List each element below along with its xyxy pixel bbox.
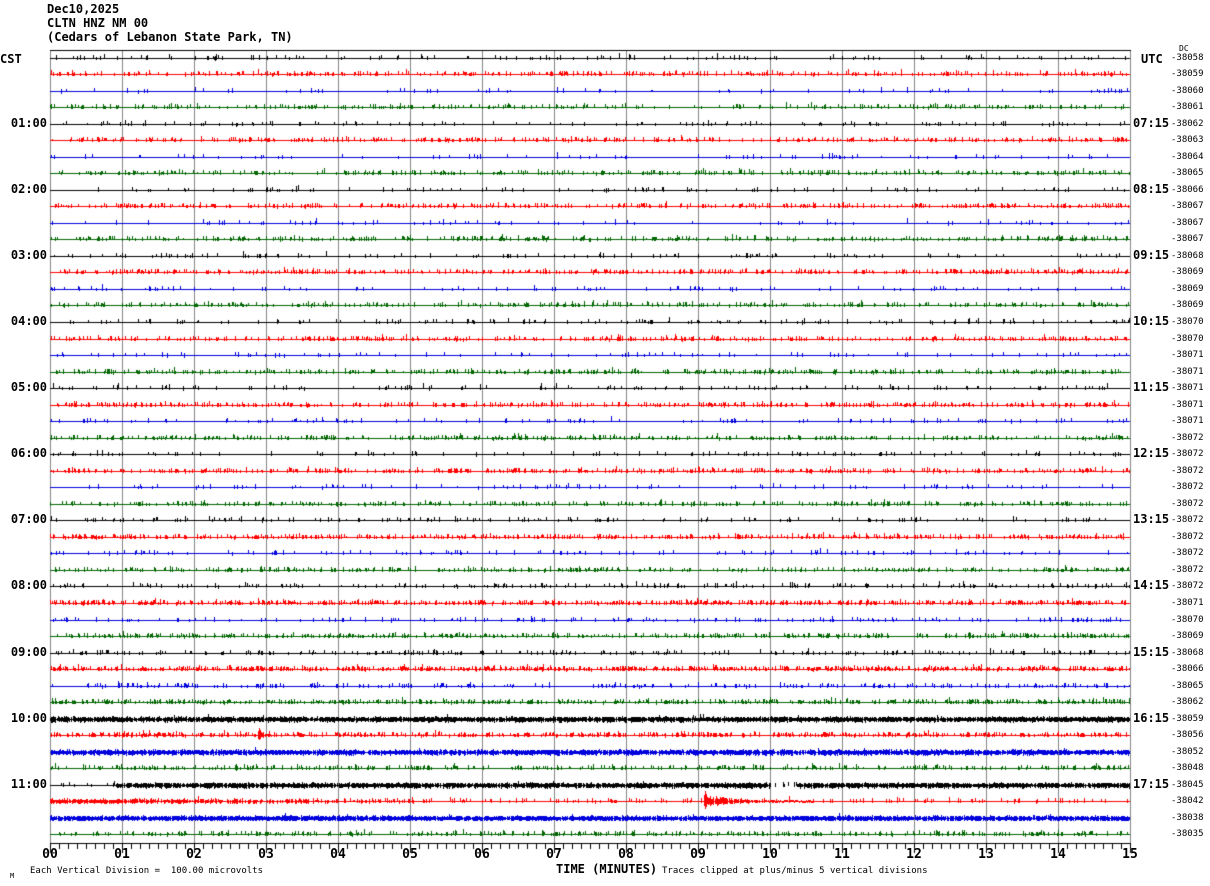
dc-offset-value: -38070 — [1171, 316, 1204, 327]
cst-hour-label: 11:00 — [10, 776, 47, 791]
utc-hour-label: 11:15 — [1133, 380, 1170, 395]
utc-hour-label: 09:15 — [1133, 247, 1170, 262]
x-axis-tick-label: 07 — [546, 847, 562, 862]
scale-note: Each Vertical Division = 100.00 microvol… — [30, 866, 263, 876]
utc-hour-label: 17:15 — [1133, 776, 1170, 791]
x-axis-tick-label: 06 — [474, 847, 490, 862]
cst-hour-label: 05:00 — [10, 380, 47, 395]
corner-mark: M — [10, 872, 15, 880]
dc-offset-value: -38061 — [1171, 102, 1204, 113]
dc-offset-value: -38071 — [1171, 399, 1204, 410]
dc-offset-value: -38072 — [1171, 465, 1204, 476]
dc-offset-value: -38069 — [1171, 267, 1204, 278]
dc-offset-value: -38069 — [1171, 300, 1204, 311]
x-axis-tick-label: 00 — [42, 847, 58, 862]
dc-offset-value: -38052 — [1171, 746, 1204, 757]
dc-offset-value: -38064 — [1171, 151, 1204, 162]
cst-hour-label: 06:00 — [10, 446, 47, 461]
x-axis-tick-label: 12 — [906, 847, 922, 862]
utc-hour-label: 07:15 — [1133, 115, 1170, 130]
dc-offset-value: -38058 — [1171, 52, 1204, 63]
cst-hour-label: 02:00 — [10, 181, 47, 196]
x-axis-tick-label: 03 — [258, 847, 274, 862]
utc-hour-label: 15:15 — [1133, 644, 1170, 659]
dc-offset-value: -38072 — [1171, 548, 1204, 559]
dc-offset-value: -38070 — [1171, 333, 1204, 344]
dc-offset-value: -38072 — [1171, 515, 1204, 526]
dc-offset-value: -38059 — [1171, 713, 1204, 724]
dc-offset-value: -38065 — [1171, 680, 1204, 691]
helicorder-page: { "header": { "date": "Dec10,2025", "sta… — [0, 0, 1210, 886]
dc-offset-value: -38072 — [1171, 498, 1204, 509]
x-axis-tick-label: 04 — [330, 847, 346, 862]
dc-offset-value: -38068 — [1171, 647, 1204, 658]
cst-hour-label: 03:00 — [10, 247, 47, 262]
dc-offset-value: -38063 — [1171, 135, 1204, 146]
cst-hour-label: 10:00 — [10, 710, 47, 725]
utc-hour-label: 10:15 — [1133, 313, 1170, 328]
dc-offset-value: -38072 — [1171, 531, 1204, 542]
utc-hour-label: 14:15 — [1133, 578, 1170, 593]
x-axis-tick-label: 05 — [402, 847, 418, 862]
cst-hour-label: 04:00 — [10, 313, 47, 328]
dc-offset-value: -38038 — [1171, 812, 1204, 823]
dc-offset-value: -38069 — [1171, 283, 1204, 294]
x-axis-tick-label: 10 — [762, 847, 778, 862]
dc-offset-value: -38071 — [1171, 350, 1204, 361]
dc-offset-value: -38060 — [1171, 85, 1204, 96]
dc-offset-value: -38066 — [1171, 664, 1204, 675]
title-location: (Cedars of Lebanon State Park, TN) — [47, 30, 293, 44]
dc-offset-value: -38072 — [1171, 482, 1204, 493]
dc-offset-value: -38072 — [1171, 564, 1204, 575]
title-date: Dec10,2025 — [47, 2, 120, 16]
utc-hour-label: 13:15 — [1133, 512, 1170, 527]
dc-offset-value: -38071 — [1171, 416, 1204, 427]
clip-note: Traces clipped at plus/minus 5 vertical … — [662, 866, 928, 876]
dc-offset-value: -38056 — [1171, 730, 1204, 741]
helicorder-plot-canvas — [0, 0, 1210, 886]
dc-offset-value: -38067 — [1171, 234, 1204, 245]
left-axis-label: CST — [0, 52, 22, 66]
x-axis-tick-label: 15 — [1122, 847, 1138, 862]
x-axis-title: TIME (MINUTES) — [556, 862, 658, 876]
dc-offset-value: -38071 — [1171, 366, 1204, 377]
cst-hour-label: 07:00 — [10, 512, 47, 527]
cst-hour-label: 08:00 — [10, 578, 47, 593]
x-axis-tick-label: 14 — [1050, 847, 1066, 862]
dc-offset-value: -38059 — [1171, 69, 1204, 80]
dc-offset-value: -38071 — [1171, 383, 1204, 394]
x-axis-tick-label: 02 — [186, 847, 202, 862]
utc-hour-label: 16:15 — [1133, 710, 1170, 725]
dc-offset-value: -38062 — [1171, 118, 1204, 129]
dc-offset-value: -38068 — [1171, 250, 1204, 261]
cst-hour-label: 09:00 — [10, 644, 47, 659]
dc-offset-value: -38067 — [1171, 201, 1204, 212]
dc-offset-value: -38042 — [1171, 796, 1204, 807]
cst-hour-label: 01:00 — [10, 115, 47, 130]
dc-offset-value: -38045 — [1171, 779, 1204, 790]
right-axis-label: UTC — [1141, 52, 1163, 66]
x-axis-tick-label: 08 — [618, 847, 634, 862]
dc-offset-value: -38071 — [1171, 597, 1204, 608]
dc-offset-value: -38072 — [1171, 432, 1204, 443]
utc-hour-label: 12:15 — [1133, 446, 1170, 461]
dc-offset-value: -38035 — [1171, 829, 1204, 840]
utc-hour-label: 08:15 — [1133, 181, 1170, 196]
dc-offset-value: -38070 — [1171, 614, 1204, 625]
x-axis-tick-label: 01 — [114, 847, 130, 862]
x-axis-tick-label: 11 — [834, 847, 850, 862]
dc-offset-value: -38072 — [1171, 449, 1204, 460]
dc-offset-value: -38069 — [1171, 631, 1204, 642]
dc-offset-value: -38048 — [1171, 763, 1204, 774]
dc-offset-value: -38067 — [1171, 217, 1204, 228]
x-axis-tick-label: 13 — [978, 847, 994, 862]
dc-offset-value: -38065 — [1171, 168, 1204, 179]
dc-offset-value: -38066 — [1171, 184, 1204, 195]
x-axis-tick-label: 09 — [690, 847, 706, 862]
title-station: CLTN HNZ NM 00 — [47, 16, 149, 30]
dc-offset-value: -38072 — [1171, 581, 1204, 592]
dc-offset-value: -38062 — [1171, 697, 1204, 708]
